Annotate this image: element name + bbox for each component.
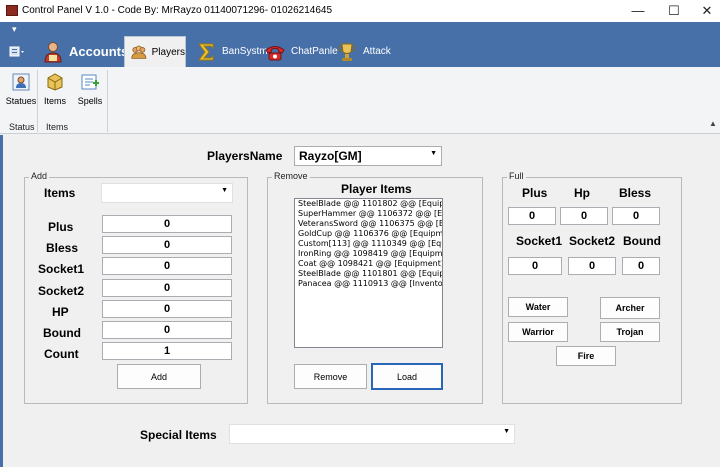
add-button[interactable]: Add [117, 364, 201, 389]
tab-chatpanle[interactable]: ChatPanle [264, 36, 338, 67]
full-socket1-label: Socket1 [516, 234, 563, 248]
full-bless-label: Bless [619, 186, 652, 200]
tab-bansystm[interactable]: BanSystm [195, 36, 268, 67]
statues-button[interactable]: Statues [6, 72, 36, 106]
group-label-status: Status [9, 122, 35, 132]
app-icon [6, 5, 18, 16]
items-icon [47, 73, 63, 91]
sigma-icon [198, 43, 214, 60]
tab-chatpanle-label: ChatPanle [291, 46, 338, 57]
list-item[interactable]: GoldCup @@ 1106376 @@ [Equipment] [295, 229, 442, 239]
maximize-button[interactable]: ☐ [664, 2, 684, 20]
full-socket1-field[interactable]: 0 [508, 257, 562, 275]
trophy-icon [338, 43, 356, 61]
remove-group-title: Remove [272, 171, 310, 181]
list-item[interactable]: SuperHammer @@ 1106372 @@ [Equipment [295, 209, 442, 219]
players-icon [131, 45, 147, 59]
bless-field[interactable]: 0 [102, 236, 232, 254]
ribbon-panel [0, 67, 720, 134]
statues-label: Statues [5, 96, 37, 106]
spells-label: Spells [77, 96, 103, 106]
list-item[interactable]: Coat @@ 1098421 @@ [Equipment] [295, 259, 442, 269]
fire-button[interactable]: Fire [556, 346, 616, 366]
application-menu-button[interactable] [9, 45, 25, 58]
tab-accounts[interactable]: Accounts [42, 36, 128, 67]
players-name-value: Rayzo[GM] [299, 149, 362, 163]
window-title: Control Panel V 1.0 - Code By: MrRayzo 0… [22, 5, 333, 16]
hp-field[interactable]: 0 [102, 300, 232, 318]
group-separator [37, 70, 38, 132]
list-item[interactable]: IronRing @@ 1098419 @@ [Equipment] [295, 249, 442, 259]
tab-attack-label: Attack [363, 46, 391, 57]
socket2-label: Socket2 [38, 284, 85, 298]
telephone-icon [265, 45, 285, 60]
trojan-button[interactable]: Trojan [600, 322, 660, 342]
list-item[interactable]: SteelBlade @@ 1101802 @@ [Equipment] [295, 199, 442, 209]
spells-icon [81, 74, 99, 90]
full-bound-label: Bound [623, 234, 661, 248]
socket1-label: Socket1 [38, 262, 85, 276]
items-label: Items [44, 186, 76, 200]
load-button[interactable]: Load [371, 363, 443, 390]
plus-label: Plus [48, 220, 74, 234]
bound-label: Bound [43, 326, 81, 340]
group-separator [107, 70, 108, 132]
full-socket2-label: Socket2 [569, 234, 616, 248]
list-item[interactable]: Custom[113] @@ 1110349 @@ [Equipment] [295, 239, 442, 249]
tab-bansystm-label: BanSystm [222, 46, 268, 57]
add-group-title: Add [29, 171, 50, 181]
ribbon-collapse-arrow[interactable]: ▲ [709, 119, 717, 128]
items-button[interactable]: Items [42, 72, 68, 106]
special-items-combo[interactable]: ▼ [229, 424, 515, 444]
chevron-down-icon: ▼ [430, 150, 437, 157]
full-plus-field[interactable]: 0 [508, 207, 556, 225]
warrior-button[interactable]: Warrior [508, 322, 568, 342]
socket2-field[interactable]: 0 [102, 279, 232, 297]
close-button[interactable]: ✕ [697, 2, 717, 20]
bound-field[interactable]: 0 [102, 321, 232, 339]
chevron-down-icon: ▼ [221, 187, 228, 194]
water-button[interactable]: Water [508, 297, 568, 317]
full-hp-field[interactable]: 0 [560, 207, 608, 225]
minimize-button[interactable]: — [628, 2, 648, 20]
remove-button[interactable]: Remove [294, 364, 367, 389]
players-name-combo[interactable]: Rayzo[GM] ▼ [294, 146, 442, 166]
tab-players[interactable]: Players [124, 36, 186, 67]
full-hp-label: Hp [574, 186, 590, 200]
list-item[interactable]: Panacea @@ 1110913 @@ [Inventory] [295, 279, 442, 289]
hp-label: HP [52, 305, 69, 319]
archer-button[interactable]: Archer [600, 297, 660, 319]
group-label-items: Items [46, 122, 69, 132]
plus-field[interactable]: 0 [102, 215, 232, 233]
count-field[interactable]: 1 [102, 342, 232, 360]
left-border [0, 135, 3, 467]
menu-icon [9, 46, 24, 57]
players-name-label: PlayersName [207, 149, 283, 163]
tab-accounts-label: Accounts [69, 44, 129, 59]
bless-label: Bless [46, 241, 79, 255]
quick-access-dropdown[interactable]: ▾ [12, 24, 17, 35]
accounts-icon [44, 41, 62, 62]
full-socket2-field[interactable]: 0 [568, 257, 616, 275]
list-item[interactable]: SteelBlade @@ 1101801 @@ [Equipment] [295, 269, 442, 279]
player-items-heading: Player Items [341, 182, 412, 196]
spells-button[interactable]: Spells [77, 72, 103, 106]
full-bound-field[interactable]: 0 [622, 257, 660, 275]
player-items-list[interactable]: SteelBlade @@ 1101802 @@ [Equipment] Sup… [294, 198, 443, 348]
tab-players-label: Players [151, 46, 185, 58]
full-bless-field[interactable]: 0 [612, 207, 660, 225]
statues-icon [12, 73, 30, 91]
tab-attack[interactable]: Attack [336, 36, 391, 67]
special-items-label: Special Items [140, 428, 217, 442]
socket1-field[interactable]: 0 [102, 257, 232, 275]
full-group-title: Full [507, 171, 526, 181]
full-plus-label: Plus [522, 186, 548, 200]
count-label: Count [44, 347, 79, 361]
chevron-down-icon: ▼ [503, 428, 510, 435]
items-label: Items [43, 96, 66, 106]
items-combo[interactable]: ▼ [101, 183, 233, 203]
list-item[interactable]: VeteransSword @@ 1106375 @@ [Equipme [295, 219, 442, 229]
